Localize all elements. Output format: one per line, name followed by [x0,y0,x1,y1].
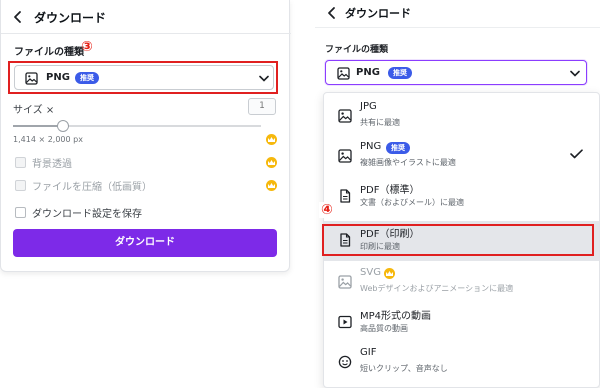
size-multiplier-input[interactable]: 1 [248,98,276,115]
option-title: MP4形式の動画 [360,311,432,322]
option-title: PNG [360,141,382,152]
download-button[interactable]: ダウンロード [13,229,277,257]
file-type-value: PNG [356,67,380,78]
premium-crown-icon [266,134,277,145]
step-marker-4: ④ [319,202,335,218]
annotation-highlight-pdf-print [322,224,594,256]
premium-crown-icon [384,268,395,279]
image-icon [338,109,352,123]
gif-icon [338,355,352,369]
premium-crown-icon [266,157,277,168]
option-title: PDF（標準） [360,185,420,196]
dropdown-option-mp4[interactable]: MP4形式の動画 高品質の動画 [324,303,599,343]
option-title: GIF [360,347,377,358]
option-subtitle: 複雑画像やイラストに最適 [360,158,456,167]
document-icon [340,189,351,203]
image-icon [338,275,352,289]
option-subtitle: 短いクリップ、音声なし [360,364,448,373]
size-label: サイズ × [13,105,55,116]
compress-file-label: ファイルを圧縮（低画質） [32,182,152,193]
file-type-label: ファイルの種類 [14,47,84,58]
premium-crown-icon [266,180,277,191]
option-subtitle: 共有に最適 [360,118,400,127]
panel-header: ダウンロード [315,0,600,28]
annotation-highlight-file-type [8,61,278,94]
back-icon[interactable] [325,5,339,21]
download-panel-right: ダウンロード ファイルの種類 PNG 推奨 JPG 共有に最適 PNG 推奨 複… [315,0,600,388]
transparent-bg-checkbox[interactable] [15,157,26,168]
dropdown-option-svg[interactable]: SVG Webデザインおよびアニメーションに最適 [324,263,599,303]
chevron-down-icon [570,70,580,77]
compress-file-checkbox[interactable] [15,180,26,191]
dropdown-option-jpg[interactable]: JPG 共有に最適 [324,97,599,137]
video-icon [338,315,352,329]
save-settings-checkbox[interactable] [15,207,26,218]
file-type-select[interactable]: PNG 推奨 [325,60,587,85]
panel-title: ダウンロード [345,7,411,20]
recommended-badge: 推奨 [388,67,412,79]
step-marker-3: ③ [81,39,93,55]
panel-title: ダウンロード [34,11,107,25]
file-type-label: ファイルの種類 [325,45,389,55]
recommended-badge: 推奨 [386,142,410,154]
size-slider-fill [13,125,63,127]
dropdown-option-png[interactable]: PNG 推奨 複雑画像やイラストに最適 [324,137,599,177]
transparent-bg-label: 背景透過 [32,159,72,170]
option-title: JPG [360,101,377,112]
back-icon[interactable] [11,9,25,25]
option-subtitle: 文書（およびメール）に最適 [360,198,464,207]
option-subtitle: 高品質の動画 [360,324,408,333]
option-subtitle: Webデザインおよびアニメーションに最適 [360,284,514,293]
size-slider-thumb[interactable] [57,120,69,132]
image-icon [338,149,352,163]
dropdown-option-pdf-standard[interactable]: PDF（標準） 文書（およびメール）に最適 [324,177,599,217]
option-title: SVG [360,267,381,278]
panel-header: ダウンロード [1,0,291,34]
dropdown-option-gif[interactable]: GIF 短いクリップ、音声なし [324,343,599,383]
image-icon [337,67,350,80]
check-icon [570,149,583,159]
save-settings-label: ダウンロード設定を保存 [32,209,142,220]
size-dimensions: 1,414 × 2,000 px [13,135,83,144]
